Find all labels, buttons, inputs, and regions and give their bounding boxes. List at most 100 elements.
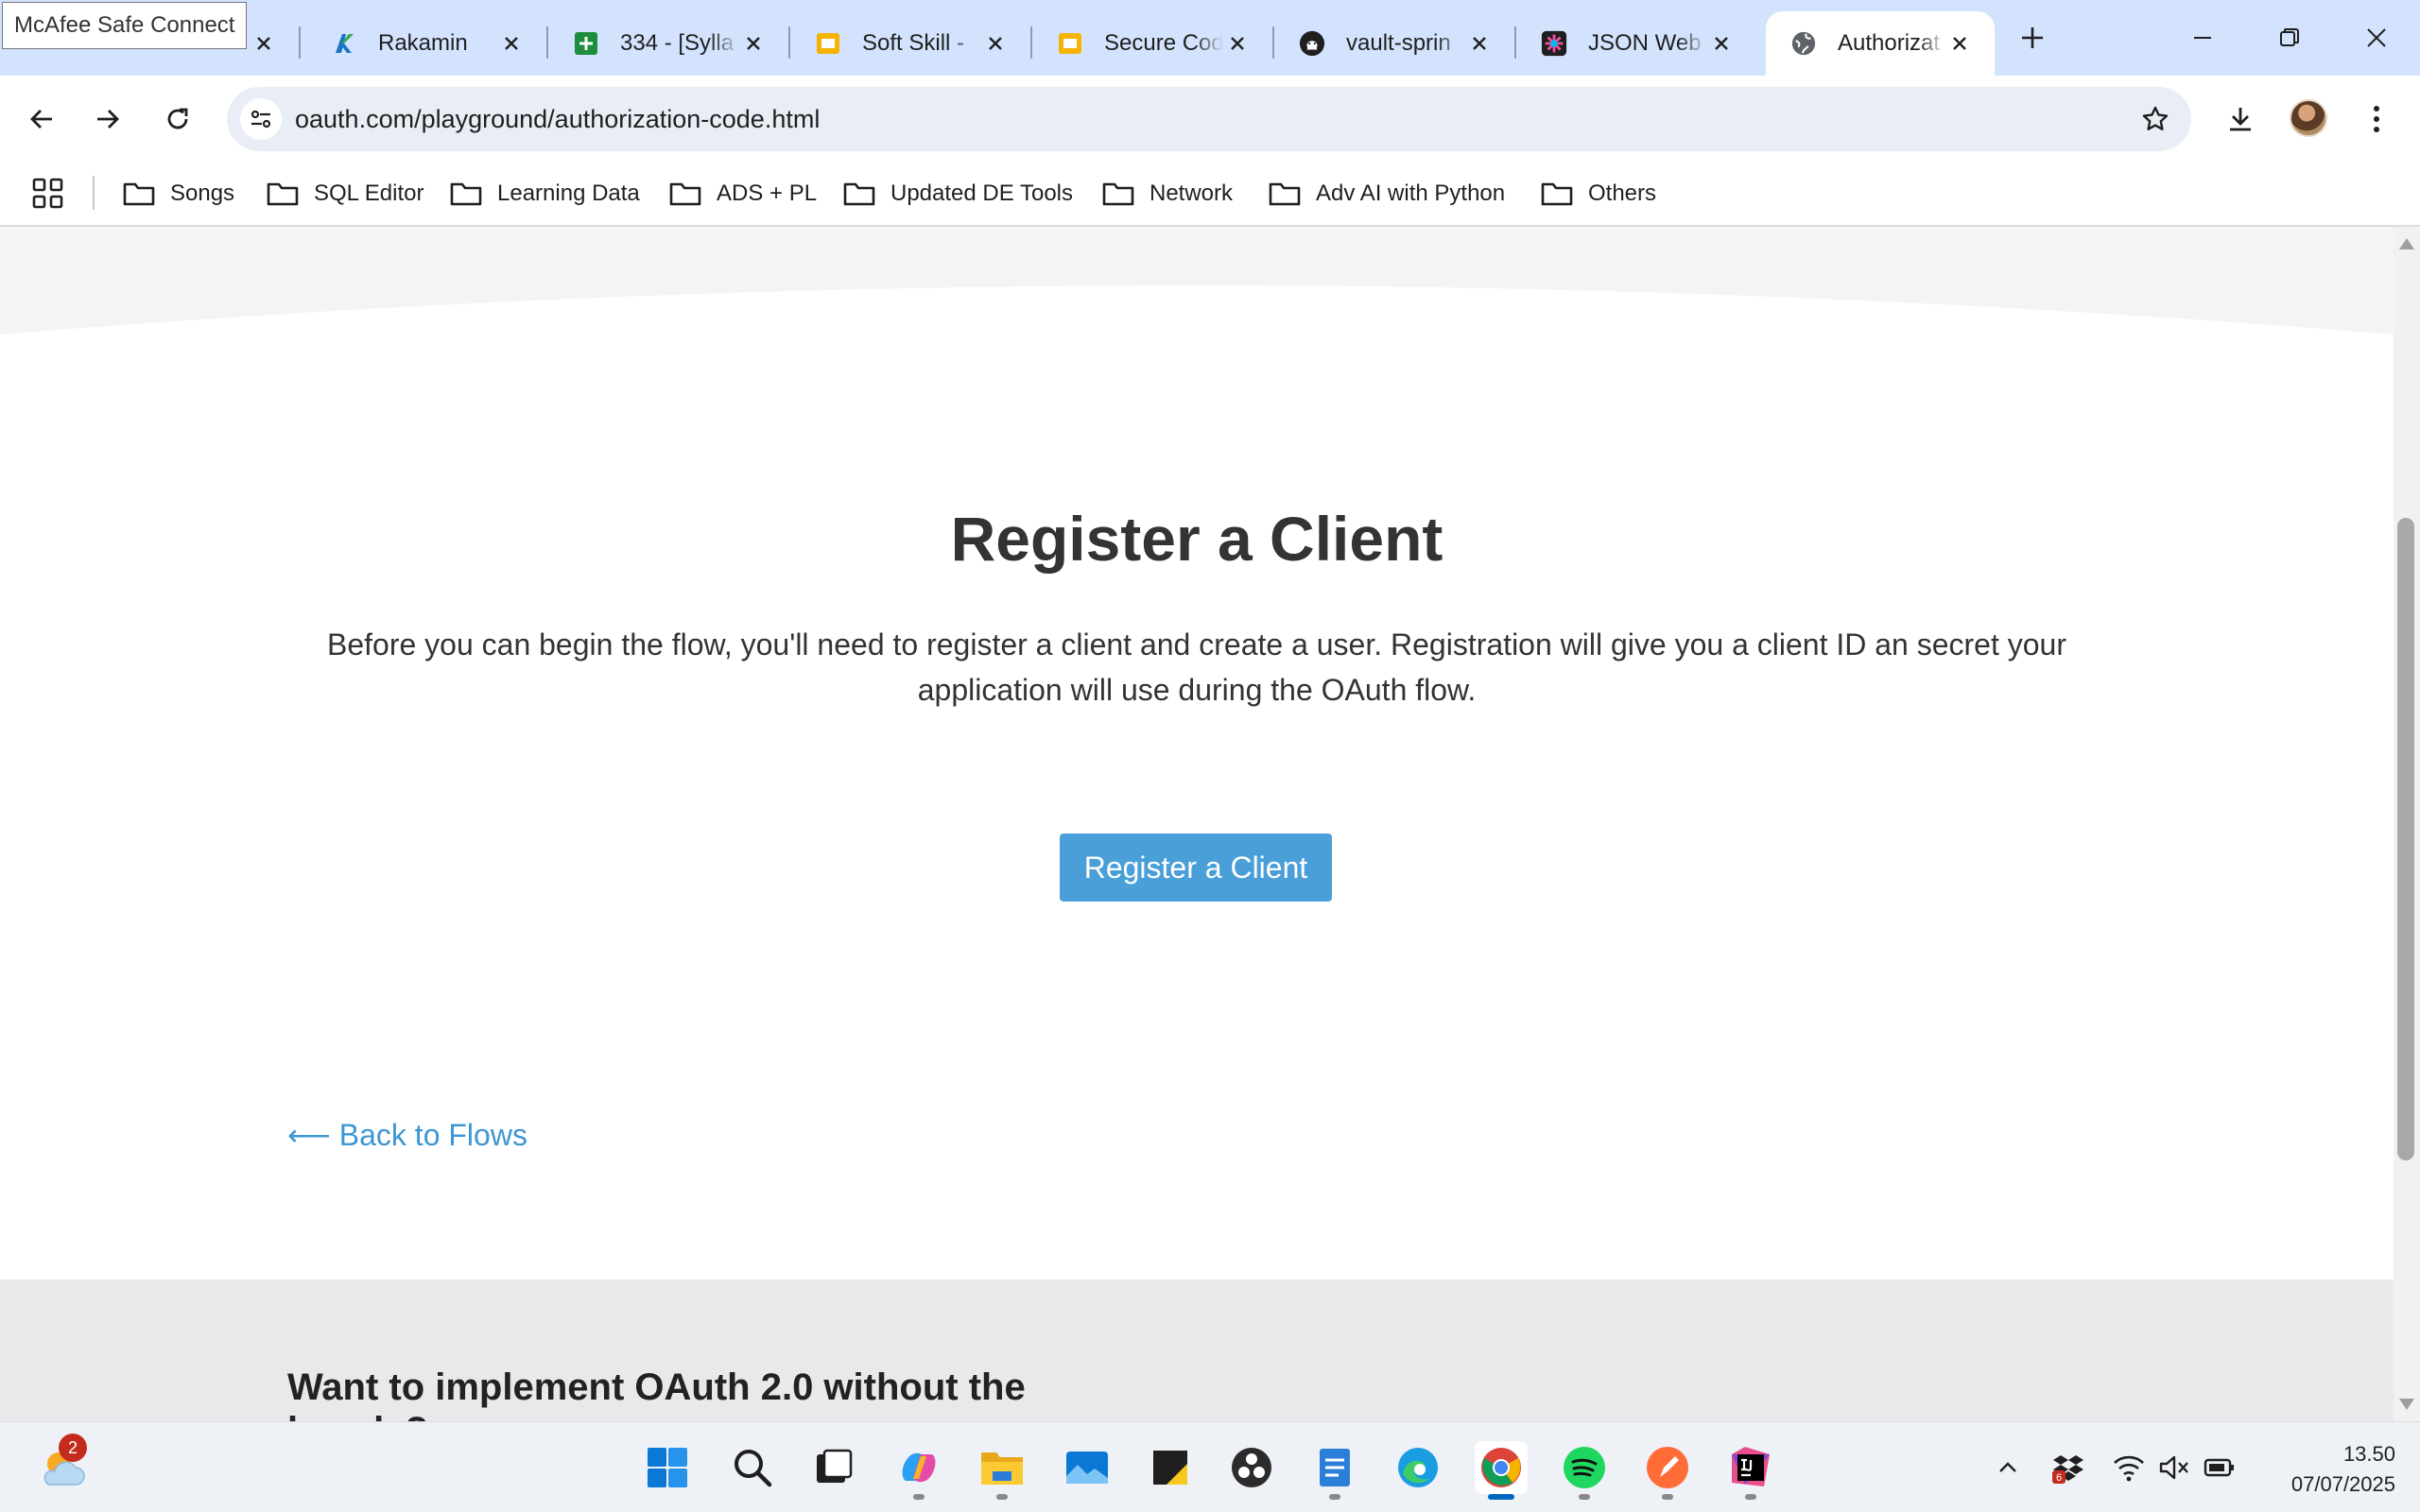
battery-icon[interactable] bbox=[2201, 1449, 2238, 1486]
site-info-icon[interactable] bbox=[240, 98, 282, 140]
url-text[interactable]: oauth.com/playground/authorization-code.… bbox=[295, 105, 2135, 134]
close-tab-icon[interactable] bbox=[497, 29, 526, 58]
scroll-down-arrow[interactable] bbox=[2399, 1399, 2414, 1410]
folder-icon bbox=[450, 182, 482, 206]
close-window-button[interactable] bbox=[2356, 17, 2397, 59]
bookmark-label: Learning Data bbox=[497, 180, 640, 206]
close-tab-icon[interactable] bbox=[1707, 29, 1736, 58]
postman-icon[interactable] bbox=[1641, 1441, 1694, 1500]
bookmark-label: SQL Editor bbox=[314, 180, 424, 206]
page-scrollbar[interactable] bbox=[2394, 227, 2420, 1421]
tab-slides-secure-code[interactable]: Secure Cod bbox=[1032, 11, 1274, 76]
profile-avatar[interactable] bbox=[2290, 99, 2327, 137]
bookmarks-bar: Songs SQL Editor Learning Data ADS + PL … bbox=[0, 163, 2420, 227]
show-hidden-icons-chevron[interactable] bbox=[1989, 1449, 2027, 1486]
bookmark-folder-learning-data[interactable]: Learning Data bbox=[450, 174, 640, 214]
tab-slides-soft-skill[interactable]: Soft Skill - bbox=[790, 11, 1032, 76]
jwt-icon bbox=[1541, 30, 1567, 57]
intro-text: Before you can begin the flow, you'll ne… bbox=[302, 622, 2091, 713]
new-tab-button[interactable] bbox=[2014, 19, 2051, 57]
bookmark-star-icon[interactable] bbox=[2135, 98, 2176, 140]
chrome-icon[interactable] bbox=[1475, 1441, 1528, 1500]
bookmark-label: Songs bbox=[170, 180, 235, 206]
file-explorer-icon[interactable] bbox=[976, 1441, 1028, 1500]
page-content: Register a Client Before you can begin t… bbox=[0, 227, 2394, 1421]
tab-strip: McAfee Safe Connect Rakamin 334 - [Sylla… bbox=[0, 0, 2420, 76]
bookmark-folder-songs[interactable]: Songs bbox=[123, 174, 234, 214]
folder-icon bbox=[1269, 182, 1301, 206]
bookmark-label: ADS + PL bbox=[717, 180, 818, 206]
slides-icon bbox=[815, 30, 841, 57]
bookmark-label: Network bbox=[1150, 180, 1234, 206]
slides-icon bbox=[1057, 30, 1083, 57]
notepad-icon[interactable] bbox=[1308, 1441, 1361, 1500]
close-tab-icon[interactable] bbox=[739, 29, 768, 58]
copilot-icon[interactable] bbox=[892, 1441, 945, 1500]
wifi-icon[interactable] bbox=[2110, 1449, 2148, 1486]
intellij-idea-icon[interactable] bbox=[1724, 1441, 1777, 1500]
sticky-notes-icon[interactable] bbox=[1144, 1441, 1197, 1494]
tab-github[interactable]: vault-sprin bbox=[1274, 11, 1516, 76]
bookmark-folder-network[interactable]: Network bbox=[1102, 174, 1233, 214]
task-view-icon[interactable] bbox=[807, 1441, 860, 1494]
bookmark-folder-adv-ai-python[interactable]: Adv AI with Python bbox=[1269, 174, 1505, 214]
close-tab-icon[interactable] bbox=[250, 29, 278, 58]
dropbox-icon[interactable]: 6 bbox=[2049, 1449, 2087, 1486]
downloads-icon[interactable] bbox=[2218, 96, 2263, 142]
close-tab-icon[interactable] bbox=[981, 29, 1010, 58]
weather-badge: 2 bbox=[59, 1434, 87, 1462]
spotify-icon[interactable] bbox=[1558, 1441, 1611, 1500]
folder-icon bbox=[669, 182, 701, 206]
system-clock[interactable]: 13.50 07/07/2025 bbox=[2254, 1439, 2395, 1500]
volume-muted-icon[interactable] bbox=[2155, 1449, 2193, 1486]
bookmark-label: Adv AI with Python bbox=[1316, 180, 1506, 206]
obs-studio-icon[interactable] bbox=[1225, 1441, 1278, 1494]
intro-line-2: application will use during the OAuth fl… bbox=[917, 673, 1477, 707]
folder-icon bbox=[843, 182, 875, 206]
github-icon bbox=[1299, 30, 1325, 57]
tab-title: 334 - [Sylla bbox=[620, 30, 735, 56]
register-client-button[interactable]: Register a Client bbox=[1060, 833, 1332, 902]
tab-title: JSON Web bbox=[1588, 30, 1702, 56]
bookmark-label: Others bbox=[1588, 180, 1657, 206]
reload-button[interactable] bbox=[155, 96, 200, 142]
forward-button[interactable] bbox=[85, 96, 130, 142]
folder-icon bbox=[123, 182, 155, 206]
address-bar[interactable]: oauth.com/playground/authorization-code.… bbox=[227, 87, 2191, 151]
bookmark-folder-updated-de-tools[interactable]: Updated DE Tools bbox=[843, 174, 1073, 214]
bookmark-folder-others[interactable]: Others bbox=[1541, 174, 1656, 214]
back-to-flows-link[interactable]: ⟵ Back to Flows bbox=[287, 1117, 527, 1153]
intro-line-1: Before you can begin the flow, you'll ne… bbox=[326, 627, 2066, 662]
rakamin-icon bbox=[331, 30, 357, 57]
tray-badge: 6 bbox=[2056, 1472, 2062, 1484]
minimize-button[interactable] bbox=[2182, 17, 2223, 59]
scroll-up-arrow[interactable] bbox=[2399, 238, 2414, 249]
bookmark-folder-ads-pl[interactable]: ADS + PL bbox=[669, 174, 817, 214]
restore-button[interactable] bbox=[2269, 17, 2310, 59]
close-tab-icon[interactable] bbox=[1465, 29, 1494, 58]
tab-sheets[interactable]: 334 - [Sylla bbox=[548, 11, 790, 76]
clock-date: 07/07/2025 bbox=[2290, 1472, 2395, 1496]
search-icon[interactable] bbox=[726, 1441, 779, 1494]
tab-title: vault-sprin bbox=[1346, 30, 1451, 56]
back-button[interactable] bbox=[19, 96, 64, 142]
apps-grid-icon[interactable] bbox=[32, 178, 64, 210]
bookmark-folder-sql-editor[interactable]: SQL Editor bbox=[267, 174, 424, 214]
bookmark-label: Updated DE Tools bbox=[890, 180, 1074, 206]
tab-jwt[interactable]: JSON Web bbox=[1516, 11, 1756, 76]
folder-icon bbox=[267, 182, 299, 206]
close-tab-icon[interactable] bbox=[1945, 29, 1974, 58]
folder-icon bbox=[1102, 182, 1134, 206]
tab-title: Authorizat bbox=[1838, 30, 1941, 56]
photos-icon[interactable] bbox=[1061, 1441, 1114, 1494]
menu-kebab-icon[interactable] bbox=[2354, 96, 2399, 142]
tab-rakamin[interactable]: Rakamin bbox=[306, 11, 548, 76]
edge-icon[interactable] bbox=[1392, 1441, 1444, 1494]
page-heading: Register a Client bbox=[950, 504, 1443, 574]
globe-icon bbox=[1790, 30, 1817, 57]
scroll-thumb[interactable] bbox=[2397, 518, 2414, 1160]
close-tab-icon[interactable] bbox=[1223, 29, 1252, 58]
windows-start-icon[interactable] bbox=[641, 1441, 694, 1494]
folder-icon bbox=[1541, 182, 1573, 206]
tab-authorization-active[interactable]: Authorizat bbox=[1766, 11, 1995, 76]
